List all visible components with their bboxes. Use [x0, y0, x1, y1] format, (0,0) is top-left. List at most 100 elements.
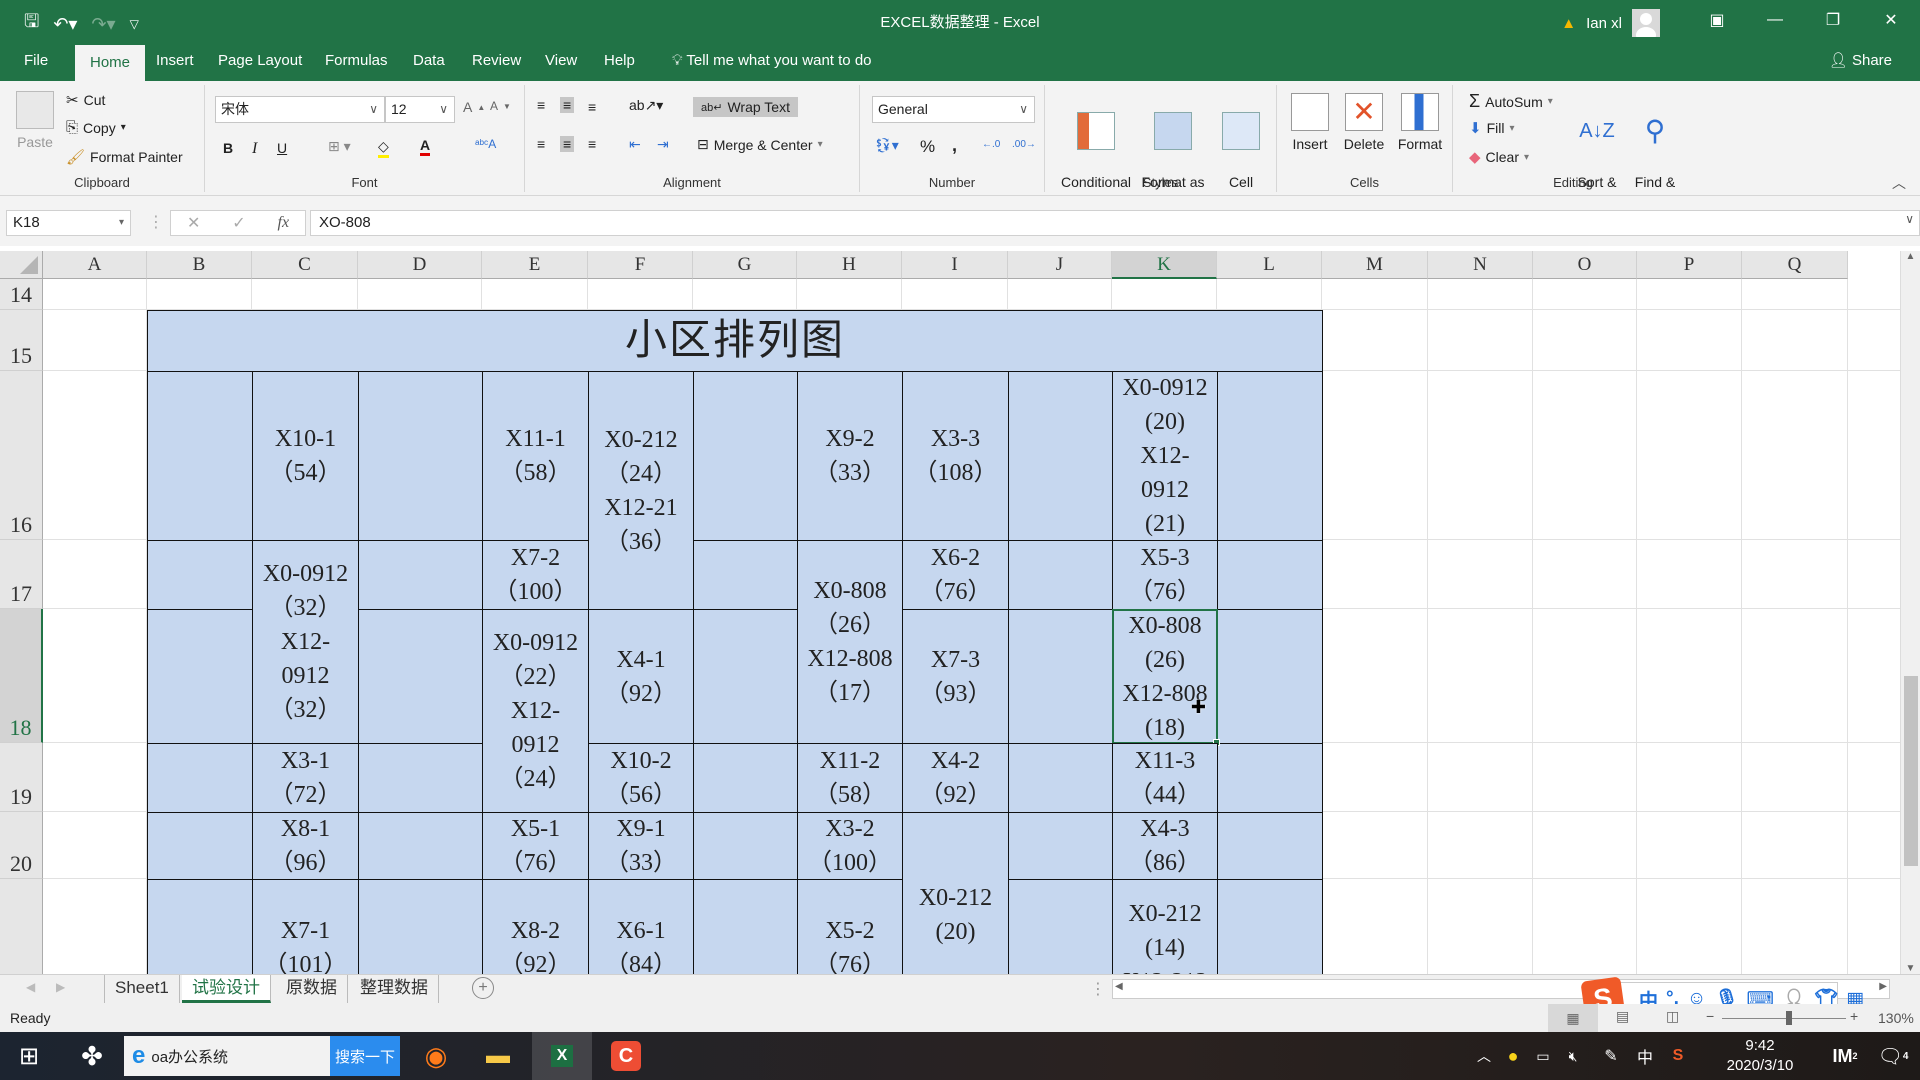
layout-cell-i17[interactable]: X6-2 （76） [902, 540, 1009, 610]
scroll-left-icon[interactable]: ◀ [1115, 981, 1123, 992]
ribbon-display-icon[interactable]: ▣ [1688, 0, 1746, 40]
share-button[interactable]: 👤︎ Share [1829, 51, 1892, 69]
number-format-combo[interactable]: General ∨ [872, 96, 1035, 123]
camtasia-icon[interactable]: C [598, 1032, 654, 1080]
layout-cell-empty[interactable] [1217, 812, 1323, 880]
layout-cell-empty[interactable] [1217, 879, 1323, 974]
sheet-tab-experiment-design[interactable]: 试验设计 [182, 975, 271, 1003]
page-break-view-icon[interactable]: ◫ [1666, 1008, 1679, 1025]
worksheet-grid[interactable]: A B C D E F G H I J K L M N O P Q 14 15 16 17 18 19 20 小区排列图 X10-… [0, 251, 1900, 974]
paste-button[interactable]: Paste [10, 91, 60, 152]
page-layout-view-icon[interactable]: ▤ [1616, 1008, 1629, 1025]
align-center-icon[interactable]: ≡ [560, 136, 575, 152]
next-sheet-icon[interactable]: ▶ [56, 980, 65, 994]
tab-file[interactable]: File [12, 40, 60, 81]
layout-cell-k16[interactable]: X0-0912 (20) X12- 0912 (21) [1112, 371, 1218, 541]
layout-cell-c19[interactable]: X3-1 （72） [252, 743, 359, 813]
sheet-tab-sheet1[interactable]: Sheet1 [104, 975, 180, 1003]
column-header-k[interactable]: K [1112, 251, 1217, 279]
pen-icon[interactable]: ✎ [1598, 1032, 1624, 1080]
layout-cell-i19[interactable]: X4-2 （92） [902, 743, 1009, 813]
restore-icon[interactable]: ❐ [1804, 0, 1862, 40]
file-explorer-icon[interactable]: ▬ [472, 1032, 524, 1080]
align-middle-icon[interactable]: ≡ [560, 97, 575, 113]
expand-formula-icon[interactable]: ∨ [1905, 212, 1914, 226]
insert-cells-button[interactable]: Insert [1285, 93, 1335, 154]
font-name-combo[interactable]: 宋体 ∨ [215, 96, 385, 123]
merge-center-button[interactable]: ⊟ Merge & Center ▾ [697, 136, 823, 153]
layout-cell-empty[interactable] [1008, 371, 1113, 541]
underline-button[interactable]: U [277, 140, 287, 156]
tell-me-box[interactable]: 💡︎ Tell me what you want to do [660, 40, 884, 81]
sheet-title-cell[interactable]: 小区排列图 [147, 310, 1323, 372]
column-header-h[interactable]: H [797, 251, 902, 279]
layout-cell-c21[interactable]: X7-1 （101） [252, 879, 359, 974]
decrease-decimal-icon[interactable]: .00→ [1012, 139, 1036, 150]
conditional-formatting-button[interactable]: Conditional Formatting [1057, 93, 1135, 211]
column-header-o[interactable]: O [1533, 251, 1637, 279]
column-header-l[interactable]: L [1217, 251, 1322, 279]
layout-cell-k20[interactable]: X4-3 （86） [1112, 812, 1218, 880]
volume-muted-icon[interactable]: 🔇︎ [1560, 1032, 1586, 1080]
delete-cells-button[interactable]: ✕ Delete [1337, 93, 1391, 154]
add-sheet-icon[interactable]: + [472, 977, 494, 999]
minimize-icon[interactable]: — [1746, 0, 1804, 40]
align-bottom-icon[interactable]: ≡ [588, 99, 596, 115]
clear-button[interactable]: ◆ Clear ▾ [1469, 148, 1529, 166]
copy-button[interactable]: ⎘ Copy ▾ [66, 119, 126, 136]
layout-cell-f21[interactable]: X6-1 （84） [588, 879, 694, 974]
layout-cell-c17-c18[interactable]: X0-0912 （32） X12- 0912 （32） [252, 540, 359, 744]
clock[interactable]: 9:42 2020/3/10 [1700, 1032, 1820, 1080]
column-header-g[interactable]: G [693, 251, 797, 279]
increase-indent-icon[interactable]: ⇥ [657, 136, 669, 153]
column-header-f[interactable]: F [588, 251, 693, 279]
zoom-level[interactable]: 130% [1878, 1010, 1914, 1026]
wrap-text-button[interactable]: ab↵ Wrap Text [693, 97, 798, 117]
layout-cell-empty[interactable] [147, 879, 253, 974]
tray-m-icon[interactable]: IM 2 [1822, 1032, 1868, 1080]
tab-insert[interactable]: Insert [144, 40, 206, 81]
zoom-slider[interactable] [1722, 1018, 1846, 1019]
cancel-icon[interactable]: ✕ [187, 213, 200, 233]
row-header-20[interactable]: 20 [0, 812, 43, 879]
layout-cell-empty[interactable] [1008, 743, 1113, 813]
autosum-button[interactable]: Σ AutoSum ▾ [1469, 91, 1553, 112]
column-header-d[interactable]: D [358, 251, 482, 279]
column-header-i[interactable]: I [902, 251, 1008, 279]
user-area[interactable]: ▲ Ian xl [1561, 9, 1660, 37]
scroll-up-icon[interactable]: ▲ [1901, 251, 1920, 262]
layout-cell-i16[interactable]: X3-3 （108） [902, 371, 1009, 541]
layout-cell-empty[interactable] [1217, 609, 1323, 744]
tray-lang[interactable]: 中 [1632, 1032, 1658, 1080]
tab-view[interactable]: View [533, 40, 589, 81]
column-header-m[interactable]: M [1322, 251, 1428, 279]
layout-cell-f19[interactable]: X10-2 （56） [588, 743, 694, 813]
layout-cell-empty[interactable] [358, 879, 483, 974]
align-right-icon[interactable]: ≡ [588, 136, 596, 152]
task-view-button[interactable]: ✤ [64, 1032, 120, 1080]
format-cells-button[interactable]: Format [1393, 93, 1447, 154]
layout-cell-empty[interactable] [693, 879, 798, 974]
tab-help[interactable]: Help [592, 40, 647, 81]
italic-button[interactable]: I [252, 140, 257, 158]
vertical-scrollbar[interactable]: ▲ ▼ [1900, 251, 1920, 974]
layout-cell-i18[interactable]: X7-3 （93） [902, 609, 1009, 744]
layout-cell-f20[interactable]: X9-1 （33） [588, 812, 694, 880]
row-header-19[interactable]: 19 [0, 743, 43, 812]
layout-cell-empty[interactable] [693, 812, 798, 880]
tab-formulas[interactable]: Formulas [313, 40, 400, 81]
normal-view-icon[interactable]: ▦ [1548, 1004, 1598, 1032]
layout-cell-empty[interactable] [358, 812, 483, 880]
layout-cell-empty[interactable] [147, 812, 253, 880]
layout-cell-empty[interactable] [358, 371, 483, 541]
column-header-p[interactable]: P [1637, 251, 1742, 279]
layout-cell-empty[interactable] [358, 743, 483, 813]
zoom-out-icon[interactable]: − [1706, 1008, 1714, 1024]
increase-decimal-icon[interactable]: ←.0 [982, 139, 1000, 150]
layout-cell-c20[interactable]: X8-1 （96） [252, 812, 359, 880]
layout-cell-empty[interactable] [1217, 743, 1323, 813]
layout-cell-empty[interactable] [147, 743, 253, 813]
column-header-q[interactable]: Q [1742, 251, 1848, 279]
cell-styles-button[interactable]: Cell Styles [1211, 93, 1271, 211]
layout-cell-h19[interactable]: X11-2 （58） [797, 743, 903, 813]
